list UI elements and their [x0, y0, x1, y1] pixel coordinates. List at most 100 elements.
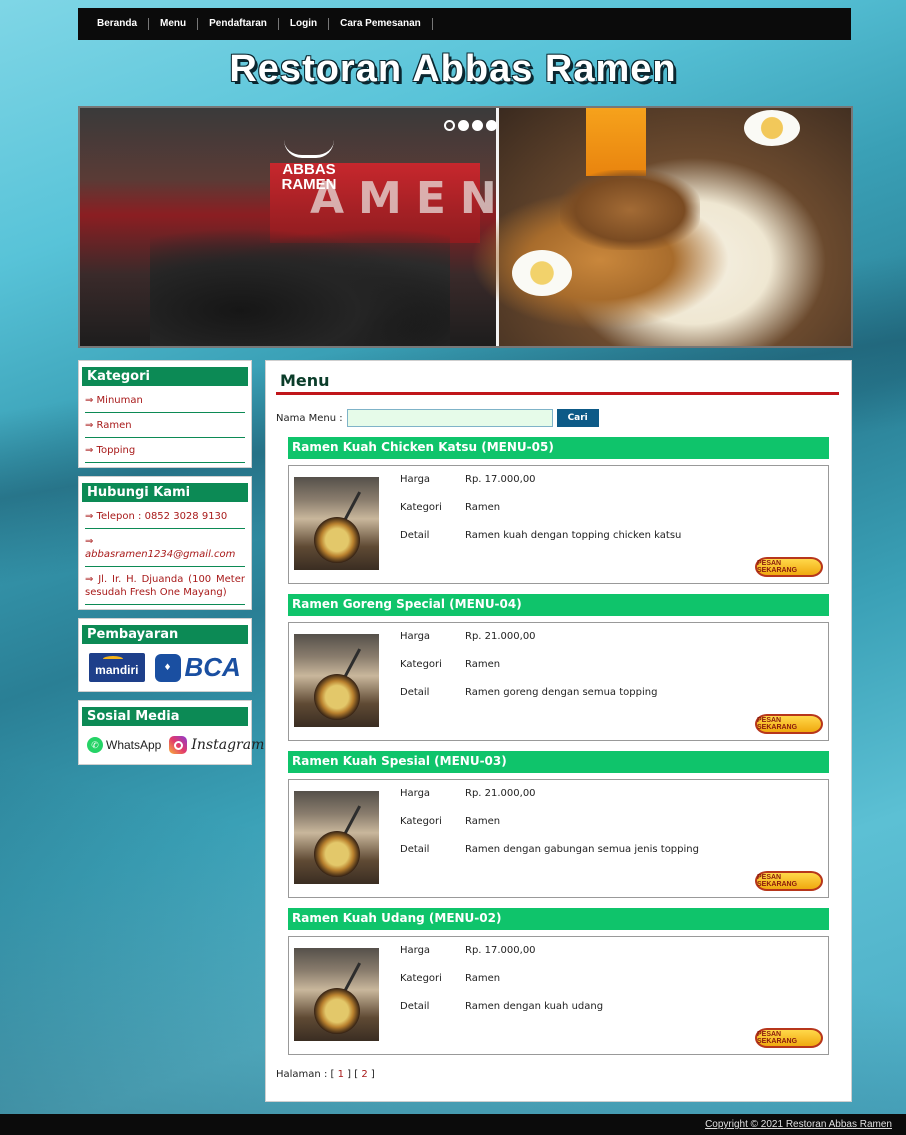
harga-value: Rp. 21.000,00: [465, 788, 536, 799]
order-button[interactable]: PESAN SEKARANG: [755, 714, 823, 734]
menu-photo: [294, 948, 379, 1041]
harga-label: Harga: [400, 474, 431, 485]
pagination: Halaman : [ 1 ] [ 2 ]: [276, 1069, 839, 1080]
slider-dot-1[interactable]: [444, 120, 455, 131]
kategori-value: Ramen: [465, 659, 501, 670]
menu-details: Harga Rp. 17.000,00 Kategori Ramen Detail R…: [400, 474, 681, 558]
pembayaran-title: Pembayaran: [82, 625, 248, 644]
dish-egg-bowl: [744, 110, 800, 146]
slider-dot-4[interactable]: [486, 120, 497, 131]
menu-photo: [294, 791, 379, 884]
hubungi-box: Hubungi Kami ⇒ Telepon : 0852 3028 9130 …: [78, 476, 252, 610]
bca-logo: ♦ BCA: [154, 652, 241, 683]
banner-people: [150, 228, 450, 346]
menu-card: Ramen Kuah Spesial (MENU-03) Harga Rp. 21…: [288, 751, 829, 898]
harga-value: Rp. 17.000,00: [465, 945, 536, 956]
menu-details: Harga Rp. 21.000,00 Kategori Ramen Detail R…: [400, 788, 699, 872]
search-label: Nama Menu :: [276, 412, 343, 424]
menu-card-title: Ramen Kuah Spesial (MENU-03): [288, 751, 829, 773]
menu-photo: [294, 634, 379, 727]
menu-details: Harga Rp. 21.000,00 Kategori Ramen Detail R…: [400, 631, 657, 715]
dish-juice: [586, 108, 646, 176]
detail-label: Detail: [400, 1001, 430, 1012]
detail-value: Ramen dengan gabungan semua jenis toppin…: [465, 844, 699, 855]
search-button[interactable]: Cari: [556, 409, 599, 427]
bca-text: BCA: [184, 652, 241, 682]
menu-card-body: Harga Rp. 17.000,00 Kategori Ramen Detail R…: [288, 936, 829, 1055]
instagram-icon: [169, 736, 188, 754]
top-navigation: Beranda Menu Pendaftaran Login Cara Peme…: [78, 8, 851, 40]
instagram-label: Instagram: [191, 737, 265, 753]
banner-logo-line1: ABBAS: [282, 161, 336, 178]
menu-card: Ramen Kuah Chicken Katsu (MENU-05) Harga…: [288, 437, 829, 584]
kategori-title: Kategori: [82, 367, 248, 386]
harga-value: Rp. 21.000,00: [465, 631, 536, 642]
kategori-label: Kategori: [400, 659, 442, 670]
detail-value: Ramen dengan kuah udang: [465, 1001, 604, 1012]
menu-details: Harga Rp. 17.000,00 Kategori Ramen Detail R…: [400, 945, 603, 1029]
footer: Copyright © 2021 Restoran Abbas Ramen: [0, 1114, 906, 1135]
slider-dot-2[interactable]: [458, 120, 469, 131]
detail-label: Detail: [400, 844, 430, 855]
whatsapp-link[interactable]: ✆ WhatsApp: [87, 737, 161, 753]
nav-cara-pemesanan[interactable]: Cara Pemesanan: [329, 18, 433, 30]
kategori-value: Ramen: [465, 973, 501, 984]
menu-card: Ramen Goreng Special (MENU-04) Harga Rp. …: [288, 594, 829, 741]
harga-label: Harga: [400, 945, 431, 956]
banner-logo: ABBAS RAMEN: [278, 140, 340, 204]
slider-dot-3[interactable]: [472, 120, 483, 131]
sidebar: Kategori ⇒ Minuman ⇒ Ramen ⇒ Topping Hub…: [78, 360, 264, 773]
order-button[interactable]: PESAN SEKARANG: [755, 557, 823, 577]
banner-image-storefront: AMEN ABBAS RAMEN: [80, 108, 497, 346]
whatsapp-icon: ✆: [87, 737, 103, 753]
pagination-label: Halaman :: [276, 1069, 331, 1080]
mandiri-text: mandiri: [95, 663, 139, 677]
bca-icon: ♦: [154, 653, 181, 682]
nav-menu[interactable]: Menu: [149, 18, 199, 30]
search-input[interactable]: [346, 409, 553, 427]
kategori-item-ramen[interactable]: ⇒ Ramen: [85, 413, 245, 438]
instagram-link[interactable]: Instagram: [169, 736, 264, 754]
footer-copyright[interactable]: Copyright © 2021 Restoran Abbas Ramen: [705, 1119, 892, 1130]
detail-value: Ramen kuah dengan topping chicken katsu: [465, 530, 682, 541]
kategori-item-minuman[interactable]: ⇒ Minuman: [85, 388, 245, 413]
whatsapp-label: WhatsApp: [106, 738, 162, 752]
hubungi-title: Hubungi Kami: [82, 483, 248, 502]
site-title: Restoran Abbas Ramen: [229, 48, 677, 90]
dish-egg: [512, 250, 572, 296]
harga-value: Rp. 17.000,00: [465, 474, 536, 485]
pagination-bracket-open: [: [330, 1069, 338, 1080]
kategori-value: Ramen: [465, 502, 501, 513]
nav-beranda[interactable]: Beranda: [86, 18, 150, 30]
mandiri-logo: mandiri: [89, 653, 145, 682]
menu-card: Ramen Kuah Udang (MENU-02) Harga Rp. 17.0…: [288, 908, 829, 1055]
menu-card-body: Harga Rp. 21.000,00 Kategori Ramen Detail R…: [288, 622, 829, 741]
order-button[interactable]: PESAN SEKARANG: [755, 1028, 823, 1048]
main-content: Menu Nama Menu : Cari Ramen Kuah Chicken…: [265, 360, 852, 1102]
harga-label: Harga: [400, 631, 431, 642]
pembayaran-box: Pembayaran mandiri ♦ BCA: [78, 618, 252, 692]
kategori-label: Kategori: [400, 973, 442, 984]
banner-slider[interactable]: AMEN ABBAS RAMEN: [78, 106, 853, 348]
menu-card-title: Ramen Goreng Special (MENU-04): [288, 594, 829, 616]
contact-address: ⇒ Jl. Ir. H. Djuanda (100 Meter sesudah …: [85, 567, 245, 605]
page-title: Menu: [276, 369, 839, 395]
menu-card-title: Ramen Kuah Chicken Katsu (MENU-05): [288, 437, 829, 459]
detail-label: Detail: [400, 687, 430, 698]
menu-card-body: Harga Rp. 17.000,00 Kategori Ramen Detail R…: [288, 465, 829, 584]
nav-login[interactable]: Login: [279, 18, 330, 30]
banner-logo-line2: RAMEN: [281, 176, 337, 193]
kategori-value: Ramen: [465, 816, 501, 827]
kategori-item-topping[interactable]: ⇒ Topping: [85, 438, 245, 463]
order-button[interactable]: PESAN SEKARANG: [755, 871, 823, 891]
kategori-label: Kategori: [400, 502, 442, 513]
social-links: ✆ WhatsApp Instagram: [85, 728, 264, 760]
menu-card-title: Ramen Kuah Udang (MENU-02): [288, 908, 829, 930]
nav-pendaftaran[interactable]: Pendaftaran: [198, 18, 279, 30]
contact-email: ⇒ abbasramen1234@gmail.com: [85, 529, 245, 567]
menu-photo: [294, 477, 379, 570]
detail-label: Detail: [400, 530, 430, 541]
contact-phone: ⇒ Telepon : 0852 3028 9130: [85, 504, 245, 529]
detail-value: Ramen goreng dengan semua topping: [465, 687, 658, 698]
sosial-title: Sosial Media: [82, 707, 248, 726]
